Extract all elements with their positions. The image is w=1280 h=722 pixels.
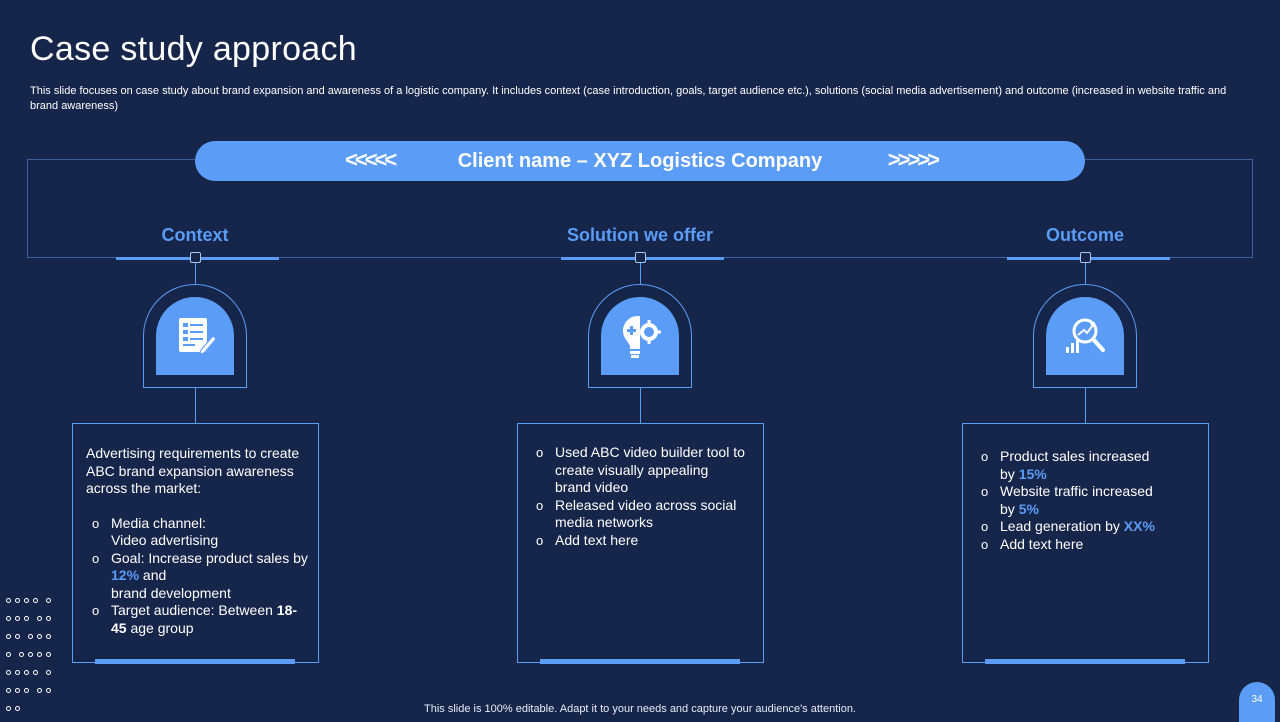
list-item: Add text here <box>530 532 745 550</box>
list-item: Media channel:Video advertising <box>86 515 308 550</box>
growth-analysis-icon <box>1066 318 1105 353</box>
connector-line <box>1085 262 1086 285</box>
context-box: Advertising requirements to create ABC b… <box>72 423 319 664</box>
chevrons-left-icon: <<<<< <box>345 147 397 172</box>
connector-node <box>190 252 201 263</box>
lightbulb-gear-icon <box>623 316 661 358</box>
box-accent-bar <box>95 659 295 664</box>
list-item: Website traffic increased by 5% <box>975 483 1165 518</box>
slide-description: This slide focuses on case study about b… <box>30 85 1227 112</box>
solution-heading: Solution we offer <box>567 225 713 245</box>
connector-node <box>635 252 646 263</box>
client-name-label: Client name – XYZ Logistics Company <box>457 149 823 172</box>
chevrons-right-icon: >>>>> <box>887 147 940 172</box>
context-icon-frame <box>143 284 247 388</box>
solution-box: Used ABC video builder tool to create vi… <box>517 423 764 664</box>
box-accent-bar <box>985 659 1185 664</box>
list-item: Product sales increased by 15% <box>975 448 1165 483</box>
list-item: Used ABC video builder tool to create vi… <box>530 444 745 497</box>
context-heading: Context <box>161 225 229 245</box>
outcome-bullets: Product sales increased by 15% Website t… <box>975 448 1165 553</box>
solution-bullets: Used ABC video builder tool to create vi… <box>530 444 745 549</box>
box-accent-bar <box>540 659 740 664</box>
list-item: Lead generation by XX% <box>975 518 1165 536</box>
list-item: Released video across social media netwo… <box>530 497 745 532</box>
outcome-box: Product sales increased by 15% Website t… <box>962 423 1209 664</box>
connector-node <box>1080 252 1091 263</box>
solution-icon-frame <box>588 284 692 388</box>
page-number: 34 <box>1239 682 1275 722</box>
list-item: Goal: Increase product sales by 12% andb… <box>86 550 308 603</box>
connector-line <box>640 388 641 424</box>
connector-line <box>195 262 196 285</box>
outcome-icon-frame <box>1033 284 1137 388</box>
context-bullets: Media channel:Video advertising Goal: In… <box>86 515 308 638</box>
outcome-heading: Outcome <box>1045 225 1124 245</box>
context-intro: Advertising requirements to create ABC b… <box>86 445 300 496</box>
slide-footer: This slide is 100% editable. Adapt it to… <box>424 703 856 715</box>
decorative-dot-grid <box>6 594 58 720</box>
list-item: Add text here <box>975 536 1165 554</box>
connector-line <box>640 262 641 285</box>
list-item: Target audience: Between 18-45 age group <box>86 602 308 637</box>
connector-line <box>195 388 196 424</box>
slide-title: Case study approach <box>30 30 358 68</box>
document-checklist-icon <box>179 318 217 355</box>
client-name-banner: <<<<< Client name – XYZ Logistics Compan… <box>195 141 1085 181</box>
connector-line <box>1085 388 1086 424</box>
